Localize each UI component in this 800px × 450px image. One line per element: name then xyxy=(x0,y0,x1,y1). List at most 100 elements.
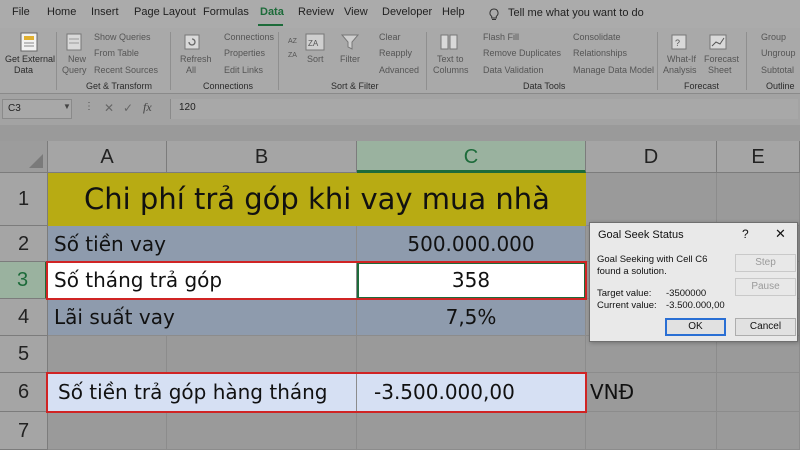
manage-data-model-button[interactable]: Manage Data Model xyxy=(573,65,654,76)
properties-button[interactable]: Properties xyxy=(224,48,265,59)
row-header-6[interactable]: 6 xyxy=(0,373,48,412)
row-header-4[interactable]: 4 xyxy=(0,299,48,336)
refresh-icon xyxy=(183,32,201,52)
column-header-e[interactable]: E xyxy=(717,141,800,173)
column-header-b[interactable]: B xyxy=(167,141,357,173)
row-header-7[interactable]: 7 xyxy=(0,412,48,450)
tell-me-search[interactable]: Tell me what you want to do xyxy=(508,7,644,19)
subtotal-button[interactable]: Subtotal xyxy=(761,65,794,76)
cancel-button[interactable]: Cancel xyxy=(735,318,796,336)
help-icon[interactable]: ? xyxy=(742,227,749,241)
cell-a6[interactable]: Số tiền trả góp hàng tháng xyxy=(48,373,357,412)
new-query-label-2: Query xyxy=(62,65,87,75)
cell-a3[interactable]: Số tháng trả góp xyxy=(48,262,357,299)
row-header-5[interactable]: 5 xyxy=(0,336,48,373)
column-header-c[interactable]: C xyxy=(357,141,586,173)
tab-review[interactable]: Review xyxy=(298,6,334,18)
filter-button[interactable]: Filter xyxy=(340,54,360,65)
title-cell[interactable]: Chi phí trả góp khi vay mua nhà xyxy=(48,173,586,226)
what-if-analysis-button[interactable]: What-If xyxy=(667,54,696,65)
advanced-button[interactable]: Advanced xyxy=(379,65,419,76)
chevron-down-icon[interactable]: ▼ xyxy=(63,102,71,111)
clear-button[interactable]: Clear xyxy=(379,32,401,43)
tab-page-layout[interactable]: Page Layout xyxy=(134,6,196,18)
pause-button[interactable]: Pause xyxy=(735,278,796,296)
confirm-entry-icon[interactable]: ✓ xyxy=(123,101,133,115)
cell-d1[interactable] xyxy=(586,173,717,226)
tab-developer[interactable]: Developer xyxy=(382,6,432,18)
refresh-all-button[interactable]: Refresh xyxy=(180,54,212,65)
row-header-3[interactable]: 3 xyxy=(0,262,48,299)
flash-fill-button[interactable]: Flash Fill xyxy=(483,32,519,43)
row-header-2[interactable]: 2 xyxy=(0,226,48,262)
excel-window: File Home Insert Page Layout Formulas Da… xyxy=(0,0,800,450)
select-all-corner[interactable] xyxy=(0,141,48,173)
tab-insert[interactable]: Insert xyxy=(91,6,119,18)
group-title-data-tools: Data Tools xyxy=(523,81,566,91)
database-icon xyxy=(20,32,38,52)
cell-e1[interactable] xyxy=(717,173,800,226)
sort-button[interactable]: Sort xyxy=(307,54,324,65)
group-title-forecast: Forecast xyxy=(684,81,720,91)
recent-sources-button[interactable]: Recent Sources xyxy=(94,65,158,76)
tab-view[interactable]: View xyxy=(344,6,368,18)
active-cell-border xyxy=(357,262,586,299)
column-header-d[interactable]: D xyxy=(586,141,717,173)
new-query-button[interactable]: New xyxy=(68,54,86,65)
tab-formulas[interactable]: Formulas xyxy=(203,6,249,18)
cell-a5[interactable] xyxy=(48,336,167,373)
connections-button[interactable]: Connections xyxy=(224,32,274,43)
close-icon[interactable]: ✕ xyxy=(775,226,786,242)
cell-b5[interactable] xyxy=(167,336,357,373)
cell-a4[interactable]: Lãi suất vay xyxy=(48,299,357,336)
name-box[interactable]: C3 xyxy=(2,99,72,119)
target-value-label: Target value: xyxy=(597,288,652,299)
svg-text:?: ? xyxy=(675,38,680,48)
tab-help[interactable]: Help xyxy=(442,6,465,18)
get-external-data-label-2: Data xyxy=(14,65,34,75)
ok-button[interactable]: OK xyxy=(665,318,726,336)
text-to-columns-button[interactable]: Text to xyxy=(437,54,464,65)
svg-text:ZA: ZA xyxy=(308,39,319,48)
get-external-data-button[interactable]: Get External xyxy=(5,54,55,65)
show-queries-button[interactable]: Show Queries xyxy=(94,32,151,43)
group-title-sort-filter: Sort & Filter xyxy=(331,81,379,91)
group-button[interactable]: Group xyxy=(761,32,786,43)
cell-a7[interactable] xyxy=(48,412,167,450)
cell-c5[interactable] xyxy=(357,336,586,373)
formula-input[interactable]: 120 xyxy=(170,99,798,119)
cell-c7[interactable] xyxy=(357,412,586,450)
active-tab-indicator xyxy=(258,24,283,26)
column-header-a[interactable]: A xyxy=(48,141,167,173)
cell-b7[interactable] xyxy=(167,412,357,450)
group-separator xyxy=(426,32,427,90)
cell-c2[interactable]: 500.000.000 xyxy=(357,226,586,262)
forecast-sheet-button[interactable]: Forecast xyxy=(704,54,739,65)
relationships-button[interactable]: Relationships xyxy=(573,48,627,59)
edit-links-button[interactable]: Edit Links xyxy=(224,65,263,76)
cell-d7[interactable] xyxy=(586,412,717,450)
cell-e7[interactable] xyxy=(717,412,800,450)
ungroup-button[interactable]: Ungroup xyxy=(761,48,796,59)
tab-home[interactable]: Home xyxy=(47,6,76,18)
step-button[interactable]: Step xyxy=(735,254,796,272)
filter-icon xyxy=(340,32,360,52)
reapply-button[interactable]: Reapply xyxy=(379,48,412,59)
remove-duplicates-button[interactable]: Remove Duplicates xyxy=(483,48,561,59)
consolidate-button[interactable]: Consolidate xyxy=(573,32,621,43)
cancel-entry-icon[interactable]: ✕ xyxy=(104,101,114,115)
cell-d6[interactable]: VNĐ xyxy=(586,373,717,412)
insert-function-icon[interactable]: fx xyxy=(143,100,152,115)
cell-c6[interactable]: -3.500.000,00 xyxy=(357,373,586,412)
formula-bar: C3 ▼ ⋮ ✕ ✓ fx 120 xyxy=(0,94,800,125)
from-table-button[interactable]: From Table xyxy=(94,48,139,59)
ribbon-data: Get External Data New Query Show Queries… xyxy=(0,28,800,94)
cell-c4[interactable]: 7,5% xyxy=(357,299,586,336)
tab-file[interactable]: File xyxy=(12,6,30,18)
cell-a2[interactable]: Số tiền vay xyxy=(48,226,357,262)
data-validation-button[interactable]: Data Validation xyxy=(483,65,543,76)
row-header-1[interactable]: 1 xyxy=(0,173,48,226)
tab-data[interactable]: Data xyxy=(260,6,284,18)
refresh-all-label-2: All xyxy=(186,65,197,75)
cell-e6[interactable] xyxy=(717,373,800,412)
